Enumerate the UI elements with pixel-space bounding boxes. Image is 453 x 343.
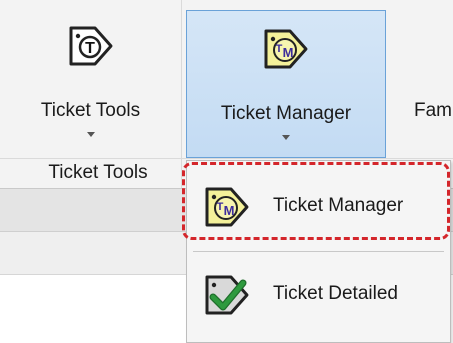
menu-item-label: Ticket Detailed — [273, 283, 398, 304]
menu-item-label: Ticket Manager — [273, 195, 404, 216]
family-button[interactable]: Fam — [405, 8, 453, 156]
group-label-ticket-tools: Ticket Tools — [48, 162, 148, 183]
svg-text:M: M — [283, 45, 294, 60]
group-divider — [0, 158, 453, 159]
ticket-tools-label: Ticket Tools — [40, 100, 141, 121]
ticket-tools-button[interactable]: T Ticket Tools — [18, 8, 163, 156]
ticket-manager-dropdown: T M Ticket Manager Ticket Detailed — [186, 160, 451, 343]
svg-text:T: T — [85, 40, 95, 57]
svg-text:T: T — [276, 43, 283, 55]
ticket-manager-label: Ticket Manager — [220, 103, 352, 124]
menu-separator — [193, 251, 444, 252]
ticket-t-icon: T — [69, 26, 112, 66]
ticket-manager-button[interactable]: T M Ticket Manager — [186, 10, 386, 158]
ticket-tm-icon: T M — [264, 29, 308, 69]
family-label: Fam — [414, 100, 452, 121]
ticket-tm-icon: T M — [205, 187, 249, 227]
chevron-down-icon — [282, 135, 290, 140]
menu-item-ticket-detailed[interactable]: Ticket Detailed — [191, 257, 446, 332]
ticket-check-icon — [205, 275, 249, 315]
chevron-down-icon — [86, 132, 95, 137]
group-separator — [181, 0, 182, 188]
svg-text:T: T — [217, 201, 224, 213]
svg-text:M: M — [224, 203, 235, 218]
menu-item-ticket-manager[interactable]: T M Ticket Manager — [191, 169, 446, 244]
